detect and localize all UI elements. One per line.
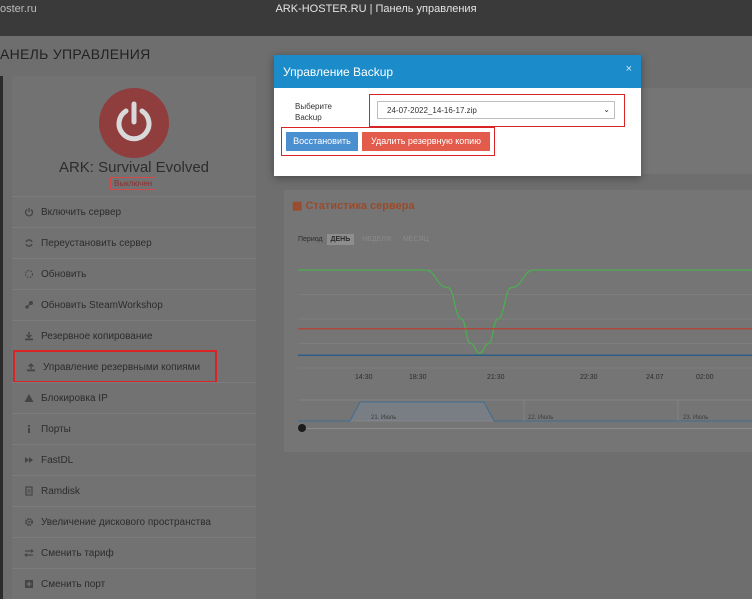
sidebar-item-reinstall-server[interactable]: Переустановить сервер xyxy=(12,227,256,258)
warning-icon xyxy=(24,394,34,402)
sidebar-item-label: Обновить SteamWorkshop xyxy=(41,300,163,311)
period-day-button[interactable]: ДЕНЬ xyxy=(326,234,355,245)
sidebar-item-label: Переустановить сервер xyxy=(41,238,152,249)
navigator-date-label: 21. Июль xyxy=(371,415,397,421)
sidebar-item-label: Порты xyxy=(41,424,71,435)
sidebar-item-ramdisk[interactable]: Ramdisk xyxy=(12,475,256,506)
backup-select-highlight: 24-07-2022_14-16-17.zip ⌄ xyxy=(369,94,625,127)
sidebar-item-backup[interactable]: Резервное копирование xyxy=(12,320,256,351)
sidebar-item-label: Обновить xyxy=(41,269,87,280)
sidebar-item-start-server[interactable]: Включить сервер xyxy=(12,196,256,227)
sidebar-item-label: Резервное копирование xyxy=(41,331,153,342)
restore-button[interactable]: Восстановить xyxy=(286,132,358,151)
backup-select[interactable]: 24-07-2022_14-16-17.zip ⌄ xyxy=(377,101,615,119)
bar-chart-icon: ▩ xyxy=(292,200,303,212)
stats-title: ▩ Статистика сервера xyxy=(292,199,415,212)
delete-backup-button[interactable]: Удалить резервную копию xyxy=(362,132,490,151)
x-tick-label: 02:00 xyxy=(696,374,714,381)
x-tick-label: 14:30 xyxy=(355,374,373,381)
x-tick-label: 18:30 xyxy=(409,374,427,381)
page-title: АНЕЛЬ УПРАВЛЕНИЯ xyxy=(0,46,151,62)
chart-grid xyxy=(298,269,752,369)
sidebar-item-ports[interactable]: Порты xyxy=(12,413,256,444)
period-selector: Период ДЕНЬ НЕДЕЛЯ МЕСЯЦ xyxy=(298,234,433,245)
backup-modal: Управление Backup × Выберите Backup 24-0… xyxy=(274,55,641,176)
power-icon xyxy=(116,101,152,142)
info-icon xyxy=(27,424,31,433)
sidebar-item-label: FastDL xyxy=(41,455,74,466)
chart-navigator[interactable] xyxy=(298,396,752,430)
modal-actions-highlight: Восстановить Удалить резервную копию xyxy=(281,127,495,156)
period-label: Период xyxy=(298,236,323,243)
fast-forward-icon xyxy=(25,457,33,463)
server-name: ARK: Survival Evolved xyxy=(58,159,210,176)
sidebar-item-label: Включить сервер xyxy=(41,207,122,218)
sidebar-item-manage-backups[interactable]: Управление резервными копиями xyxy=(13,350,217,383)
x-tick-label: 21:30 xyxy=(487,374,505,381)
x-tick-label: 24.07 xyxy=(646,374,664,381)
navigator-date-label: 22. Июль xyxy=(528,415,554,421)
x-tick-label: 22:30 xyxy=(580,374,598,381)
plus-square-icon xyxy=(25,580,33,588)
sidebar-item-change-plan[interactable]: Сменить тариф xyxy=(12,537,256,568)
navigator-date-label: 23. Июль xyxy=(683,415,709,421)
sidebar-item-label: Увеличение дискового пространства xyxy=(41,517,211,528)
modal-title: Управление Backup xyxy=(283,65,394,79)
sidebar-item-label: Ramdisk xyxy=(41,486,80,497)
period-week-button[interactable]: НЕДЕЛЯ xyxy=(358,234,395,245)
server-power-badge xyxy=(99,88,169,158)
stats-title-text: Статистика сервера xyxy=(305,200,415,212)
navigator-scroll-handle[interactable] xyxy=(298,424,306,432)
navigator-scroll-track[interactable] xyxy=(306,428,752,429)
close-icon[interactable]: × xyxy=(626,63,632,75)
left-edge-strip xyxy=(0,76,3,599)
stats-chart xyxy=(298,269,752,369)
sidebar-item-update-steamworkshop[interactable]: Обновить SteamWorkshop xyxy=(12,289,256,320)
sidebar-item-label: Сменить тариф xyxy=(41,548,114,559)
sidebar-item-update[interactable]: Обновить xyxy=(12,258,256,289)
sidebar-item-label: Управление резервными копиями xyxy=(43,362,201,373)
steam-icon xyxy=(25,301,33,309)
period-month-button[interactable]: МЕСЯЦ xyxy=(399,234,433,245)
status-badge: Выключен xyxy=(110,177,157,190)
app-topbar: oster.ru ARK-HOSTER.RU | Панель управлен… xyxy=(0,0,752,36)
sidebar-item-label: Сменить порт xyxy=(41,579,106,590)
modal-header: Управление Backup × xyxy=(274,55,641,88)
sidebar-item-label: Блокировка IP xyxy=(41,393,108,404)
backup-select-label: Выберите Backup xyxy=(295,102,332,122)
sidebar-item-disk-space[interactable]: Увеличение дискового пространства xyxy=(12,506,256,537)
file-icon xyxy=(25,486,33,496)
power-icon xyxy=(24,208,34,217)
sidebar-item-ip-block[interactable]: Блокировка IP xyxy=(12,382,256,413)
chart-x-axis: 14:30 18:30 21:30 22:30 24.07 02:00 xyxy=(298,374,752,386)
swap-icon xyxy=(24,549,34,557)
sidebar-item-fastdl[interactable]: FastDL xyxy=(12,444,256,475)
refresh-icon xyxy=(25,239,33,247)
gear-icon xyxy=(25,518,33,526)
sidebar-menu: Включить сервер Переустановить сервер Об… xyxy=(12,196,256,599)
spinner-icon xyxy=(24,269,34,279)
upload-icon xyxy=(27,363,35,372)
sidebar-item-change-port[interactable]: Сменить порт xyxy=(12,568,256,599)
backup-select-value: 24-07-2022_14-16-17.zip xyxy=(387,106,477,115)
chart-series xyxy=(298,269,752,356)
chevron-down-icon: ⌄ xyxy=(603,105,610,114)
series-line-0 xyxy=(298,269,752,354)
window-title: ARK-HOSTER.RU | Панель управления xyxy=(275,3,477,15)
info-panel xyxy=(641,88,752,174)
download-icon xyxy=(25,332,33,341)
